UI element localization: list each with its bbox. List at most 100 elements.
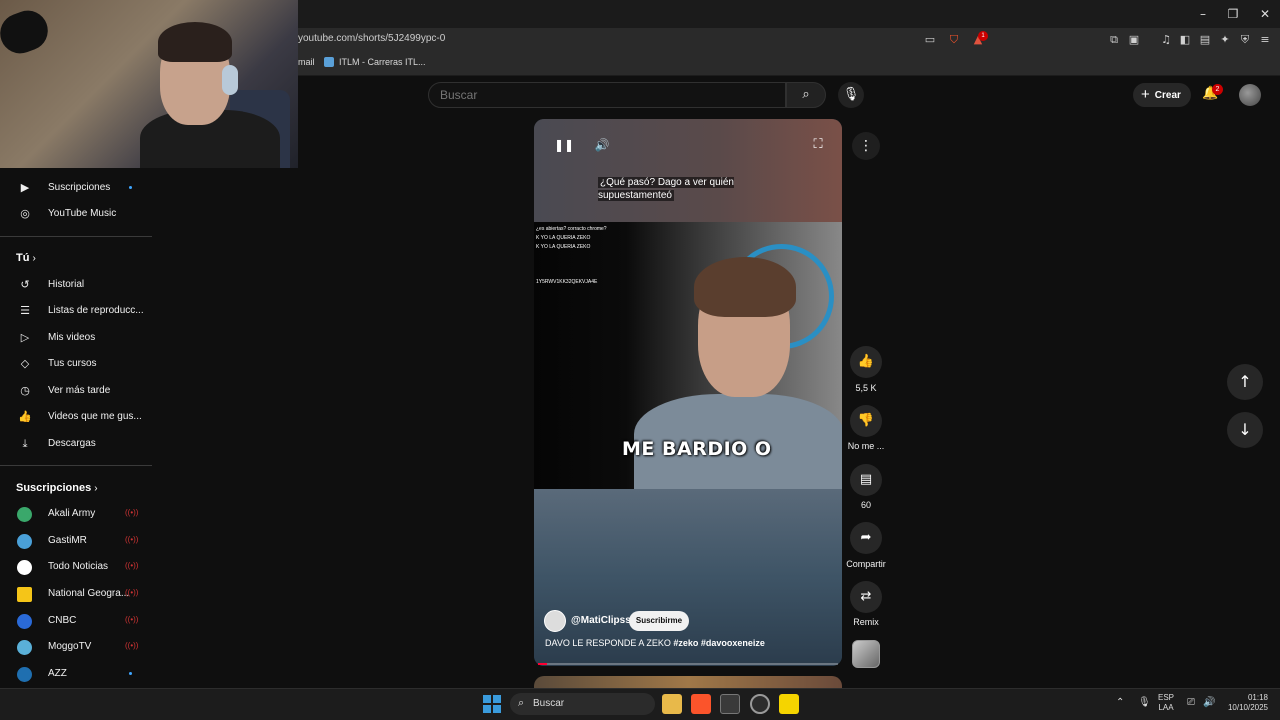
chevron-right-icon: › [94, 483, 98, 494]
chevron-up-icon[interactable]: ⌃ [1116, 697, 1124, 708]
sidebar-item-label: YouTube Music [48, 208, 117, 219]
restore-icon[interactable]: ❐ [1218, 4, 1248, 24]
sidebar-item-label: Ver más tarde [48, 385, 111, 396]
courses-icon: ◇ [20, 357, 30, 370]
sidebar-item-suscripciones[interactable]: ▶ Suscripciones [0, 176, 150, 200]
share-label: Compartir [846, 559, 886, 569]
menu-icon[interactable]: ≡ [1257, 32, 1273, 48]
volume-icon[interactable]: 🔊 [1203, 697, 1215, 708]
fullscreen-icon[interactable]: ⛶ [810, 137, 826, 153]
app-icon[interactable] [750, 694, 770, 714]
overlay-text-line: K YO LA QUERIA ZEKO [536, 235, 591, 241]
thumbs-up-icon: 👍 [857, 354, 875, 369]
sidebar-item-videos-que-me-gustan[interactable]: 👍 Videos que me gus... [0, 405, 150, 429]
progress-bar[interactable] [538, 663, 838, 665]
network-icon[interactable]: ⎚ [1187, 697, 1195, 708]
live-icon: ((•)) [125, 508, 139, 517]
subscription-item[interactable]: MoggoTV ((•)) [0, 635, 150, 659]
channel-avatar [17, 560, 32, 575]
vpn-icon[interactable]: ⛨ [1237, 32, 1253, 48]
more-options-icon[interactable]: ⋮ [852, 132, 880, 160]
bookmark-mail[interactable]: mail [298, 57, 315, 67]
channel-avatar [17, 614, 32, 629]
sidebar-item-listas[interactable]: ☰ Listas de reproducc... [0, 299, 150, 323]
divider [0, 236, 152, 237]
channel-name: MoggoTV [48, 641, 92, 652]
brave-browser-icon[interactable] [691, 694, 711, 714]
channel-name: National Geogra... [48, 588, 130, 599]
subscription-item[interactable]: Todo Noticias ((•)) [0, 555, 150, 579]
subscribe-button[interactable]: Suscribirme [629, 611, 689, 631]
sound-thumbnail[interactable] [852, 640, 880, 668]
sidebar-item-historial[interactable]: ↺ Historial [0, 273, 150, 297]
subscriptions-icon: ▶ [20, 181, 30, 194]
sidebar-item-ver-mas-tarde[interactable]: ◷ Ver más tarde [0, 379, 150, 403]
volume-icon[interactable]: 🔊 [594, 137, 610, 153]
thumbs-up-icon: 👍 [18, 410, 32, 423]
sticky-notes-icon[interactable] [779, 694, 799, 714]
share-icon: ➦ [860, 530, 872, 545]
microphone-icon[interactable]: 🎙 [838, 82, 864, 108]
store-icon[interactable] [720, 694, 740, 714]
channel-avatar[interactable] [544, 610, 566, 632]
create-button[interactable]: + Crear [1133, 83, 1191, 107]
wallet-icon[interactable]: ▤ [1197, 32, 1213, 48]
sidebar-item-label: Videos que me gus... [48, 411, 142, 422]
subscription-item[interactable]: AZZ [0, 662, 150, 686]
remix-button[interactable]: ⇄ [850, 581, 882, 613]
channel-name: CNBC [48, 615, 77, 626]
channel-avatar [17, 507, 32, 522]
sidebar-item-label: Mis videos [48, 332, 96, 343]
share-button[interactable]: ➦ [850, 522, 882, 554]
sidebar-item-youtube-music[interactable]: ◎ YouTube Music [0, 202, 150, 226]
sidebar-toggle-icon[interactable]: ◧ [1177, 32, 1193, 48]
sidebar-item-mis-videos[interactable]: ▷ Mis videos [0, 326, 150, 350]
plus-icon: + [1141, 86, 1150, 103]
chevron-right-icon: › [32, 253, 36, 264]
video-caption: ME BARDIO O [622, 438, 772, 460]
hashtags[interactable]: #zeko #davooxeneize [673, 638, 765, 648]
windows-start-icon[interactable] [483, 695, 501, 713]
subscription-item[interactable]: GastiMR ((•)) [0, 529, 150, 553]
sidebar-item-tus-cursos[interactable]: ◇ Tus cursos [0, 352, 150, 376]
new-content-dot [129, 186, 132, 189]
account-avatar[interactable] [1239, 84, 1261, 106]
sidebar-item-label: Historial [48, 279, 85, 290]
comments-button[interactable]: ▤ [850, 464, 882, 496]
new-content-dot [129, 672, 132, 675]
next-short-arrow-down-icon[interactable]: ↓ [1227, 412, 1263, 448]
sidebar-item-label: Listas de reproducc... [48, 305, 144, 316]
screenshot-icon[interactable]: ▣ [1126, 32, 1142, 48]
you-section-heading[interactable]: Tú › [16, 252, 36, 264]
comment-icon: ▤ [859, 472, 873, 487]
url-text[interactable]: youtube.com/shorts/5J2499ypc-0 [298, 33, 445, 44]
clock[interactable]: 01:18 10/10/2025 [1222, 693, 1268, 713]
bookmark-itlm[interactable]: ITLM - Carreras ITL... [339, 57, 426, 67]
like-button[interactable]: 👍 [850, 346, 882, 378]
minimize-icon[interactable]: – [1188, 4, 1218, 24]
microphone-icon[interactable]: 🎙 [1138, 697, 1151, 708]
sidebar-item-descargas[interactable]: ⤓ Descargas [0, 432, 150, 456]
cast-icon[interactable]: ▭ [922, 32, 938, 48]
brave-shield-icon[interactable]: ⛉ [946, 32, 962, 48]
search-input[interactable] [440, 88, 740, 102]
media-icon[interactable]: ♫ [1158, 32, 1174, 48]
search-icon[interactable]: ⌕ [786, 82, 826, 108]
close-icon[interactable]: ✕ [1250, 4, 1280, 24]
channel-name[interactable]: @MatiClipss [571, 615, 631, 626]
video-title[interactable]: DAVO LE RESPONDE A ZEKO #zeko #davooxene… [545, 638, 765, 648]
dislike-button[interactable]: 👎 [850, 405, 882, 437]
subscription-item[interactable]: National Geogra... ((•)) [0, 582, 150, 606]
previous-short-arrow-up-icon[interactable]: ↑ [1227, 364, 1263, 400]
leo-ai-icon[interactable]: ✦ [1217, 32, 1233, 48]
subscription-item[interactable]: Akali Army ((•)) [0, 502, 150, 526]
subscription-item[interactable]: CNBC ((•)) [0, 609, 150, 633]
taskbar-search[interactable]: ⌕ Buscar [510, 693, 655, 715]
channel-avatar [17, 587, 32, 602]
language-indicator[interactable]: ESP LAA [1158, 693, 1174, 713]
subscriptions-section-heading[interactable]: Suscripciones › [16, 482, 98, 494]
pause-icon[interactable]: ❚❚ [554, 137, 574, 153]
extensions-icon[interactable]: ⧉ [1106, 32, 1122, 48]
file-explorer-icon[interactable] [662, 694, 682, 714]
channel-name: GastiMR [48, 535, 87, 546]
